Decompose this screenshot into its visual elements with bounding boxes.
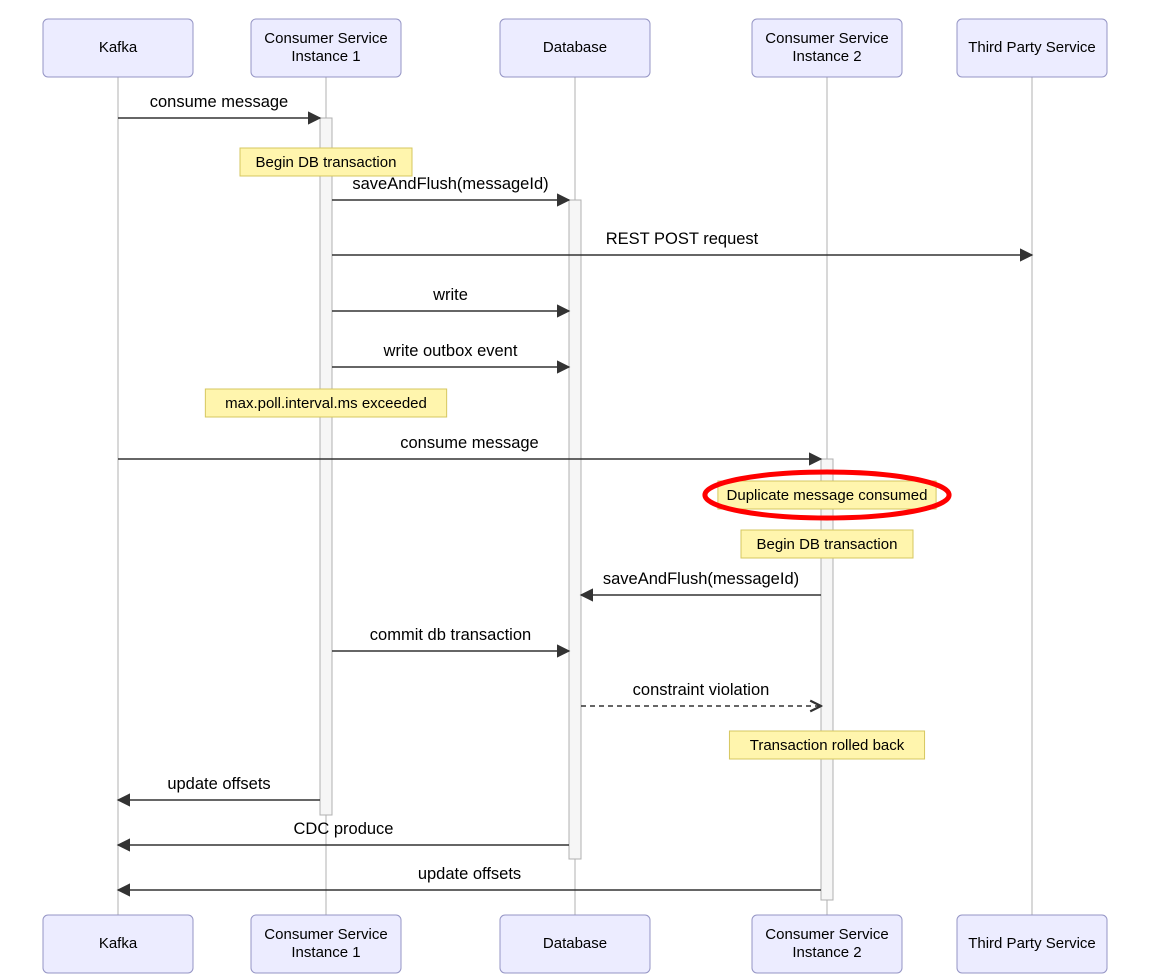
note-text: Begin DB transaction: [757, 536, 898, 553]
actor-consumer1-bottom: Consumer ServiceInstance 1: [251, 915, 401, 973]
actor-kafka-top: Kafka: [43, 19, 193, 77]
actor-label: Instance 1: [291, 944, 360, 961]
message-label: consume message: [400, 434, 539, 452]
message-label: write: [432, 286, 468, 304]
actor-consumer1-top: Consumer ServiceInstance 1: [251, 19, 401, 77]
actor-label: Kafka: [99, 39, 138, 56]
actor-label: Database: [543, 935, 607, 952]
note: Begin DB transaction: [240, 148, 412, 176]
message-label: CDC produce: [294, 820, 394, 838]
actor-label: Instance 2: [792, 48, 861, 65]
activation-bar: [320, 118, 332, 815]
actor-label: Consumer Service: [765, 30, 888, 47]
actor-database-top: Database: [500, 19, 650, 77]
note: Transaction rolled back: [729, 731, 924, 759]
actor-database-bottom: Database: [500, 915, 650, 973]
actor-label: Third Party Service: [968, 39, 1096, 56]
message-label: commit db transaction: [370, 626, 531, 644]
actor-label: Consumer Service: [264, 30, 387, 47]
actor-label: Consumer Service: [765, 926, 888, 943]
message-label: constraint violation: [633, 681, 770, 699]
note: Begin DB transaction: [741, 530, 913, 558]
actor-label: Database: [543, 39, 607, 56]
activation-bar: [821, 459, 833, 900]
note-text: max.poll.interval.ms exceeded: [225, 395, 427, 412]
actor-label: Instance 2: [792, 944, 861, 961]
actor-label: Consumer Service: [264, 926, 387, 943]
actor-thirdparty-top: Third Party Service: [957, 19, 1107, 77]
message-label: write outbox event: [383, 342, 518, 360]
activation-bar: [569, 200, 581, 859]
actor-consumer2-bottom: Consumer ServiceInstance 2: [752, 915, 902, 973]
message-label: consume message: [150, 93, 289, 111]
actor-consumer2-top: Consumer ServiceInstance 2: [752, 19, 902, 77]
message-label: update offsets: [418, 865, 521, 883]
note-text: Begin DB transaction: [256, 154, 397, 171]
note-text: Duplicate message consumed: [727, 487, 928, 504]
actor-label: Instance 1: [291, 48, 360, 65]
actor-kafka-bottom: Kafka: [43, 915, 193, 973]
note: max.poll.interval.ms exceeded: [205, 389, 446, 417]
message-label: update offsets: [167, 775, 270, 793]
message-label: REST POST request: [606, 230, 759, 248]
message-label: saveAndFlush(messageId): [352, 175, 548, 193]
actor-thirdparty-bottom: Third Party Service: [957, 915, 1107, 973]
note-text: Transaction rolled back: [750, 737, 905, 754]
actor-label: Third Party Service: [968, 935, 1096, 952]
actor-label: Kafka: [99, 935, 138, 952]
message-label: saveAndFlush(messageId): [603, 570, 799, 588]
